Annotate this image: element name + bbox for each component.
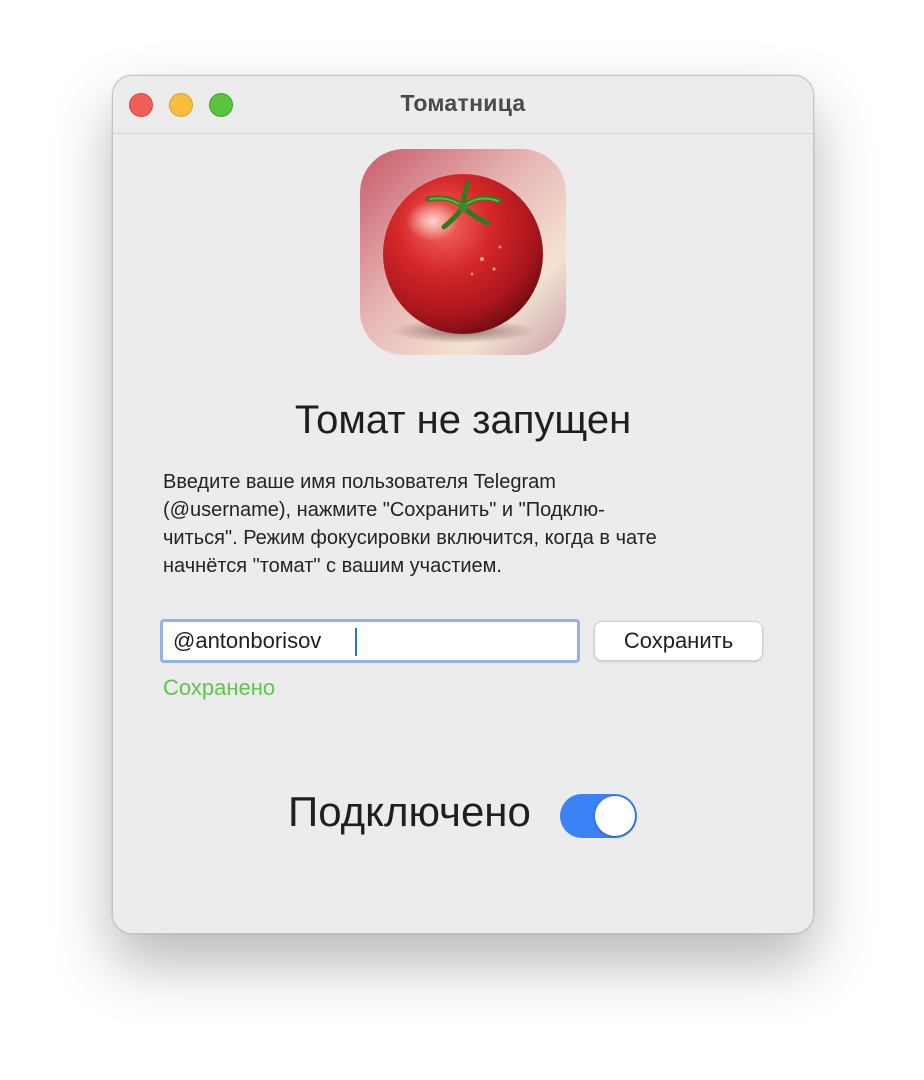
tomato-icon xyxy=(360,149,566,355)
saved-status-label: Сохранено xyxy=(163,675,276,700)
username-field-container xyxy=(160,619,580,663)
instructions-text: Введите ваше имя пользователя Telegram (… xyxy=(163,471,657,577)
save-button[interactable]: Сохранить xyxy=(594,621,763,661)
title-bar: Томатница xyxy=(113,76,813,134)
status-title: Томат не запущен xyxy=(294,398,632,442)
connection-label: Подключено xyxy=(288,788,531,835)
connection-toggle[interactable] xyxy=(560,794,637,838)
app-window: Томатница Томат не запущен Введите ваше … xyxy=(112,75,814,934)
toggle-knob xyxy=(595,796,635,836)
text-caret xyxy=(355,628,357,656)
username-input[interactable] xyxy=(163,622,577,660)
window-title: Томатница xyxy=(400,90,526,116)
